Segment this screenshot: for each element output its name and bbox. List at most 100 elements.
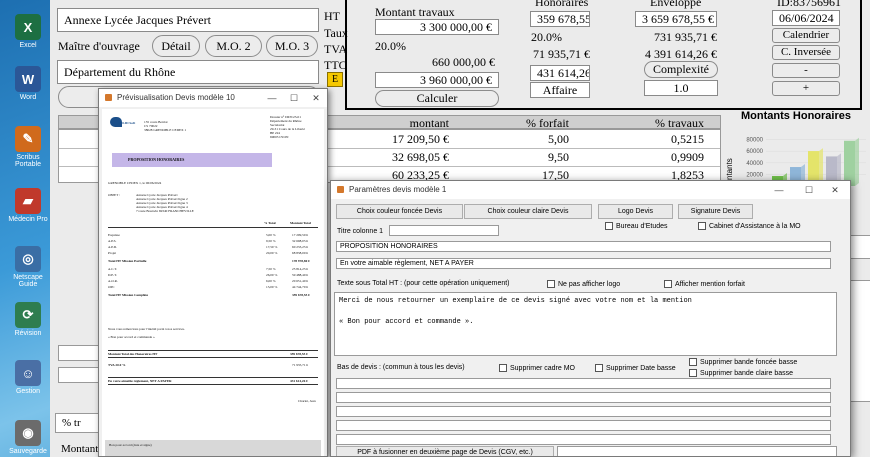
parametres-dialog: Paramètres devis modèle 1 — ☐ ✕ Choix co… [330,180,851,457]
net-a-payer-field[interactable]: En votre aimable règlement, NET A PAYER [336,258,831,269]
light-color-button[interactable]: Choix couleur claire Devis [464,204,592,219]
desktop-shortcut[interactable]: X Excel [6,14,50,49]
desktop-shortcut[interactable]: ◉ Sauvegarde [6,420,50,455]
signature-button[interactable]: Signature Devis [678,204,753,219]
medical-icon: ▰ [15,188,41,214]
desktop-shortcut[interactable]: ✎ Scribus Portable [6,126,50,168]
c-inversee-button[interactable]: C. Inversée [772,45,840,60]
pct-travaux-label: % tr [55,413,100,433]
enveloppe-ht-field[interactable]: 3 659 678,55 € [635,11,717,27]
desktop-shortcut[interactable]: ▰ Médecin Pro [6,188,50,223]
texte-textarea[interactable]: Merci de nous retourner un exemplaire de… [334,292,837,356]
supprimer-date-checkbox[interactable]: Supprimer Date basse [595,364,676,372]
separator [345,0,347,110]
desktop-shortcut-label: Scribus Portable [14,154,42,168]
montant-label: Montant [61,443,99,455]
complexite-field[interactable]: 1.0 [644,80,718,96]
desktop-shortcut-label: Révision [14,330,42,337]
pdf-fusion-button[interactable]: PDF à fusionner en deuxième page de Devi… [336,446,554,456]
minus-button[interactable]: - [772,63,840,78]
row-label: OPC [108,285,115,289]
row-amount: 359 678,55 € [292,293,310,297]
checkbox-box[interactable] [547,280,555,288]
col-taux-header: % Total [264,221,276,225]
minimize-icon[interactable]: — [261,89,283,107]
row-amount: 178 978,80 € [292,259,310,263]
ttc-amount-field[interactable]: 3 960 000,00 € [375,72,499,88]
checkbox-box[interactable] [689,358,697,366]
supprimer-bande-claire-checkbox[interactable]: Supprimer bande claire basse [689,369,793,377]
minimize-icon[interactable]: — [768,181,790,199]
ne-pas-afficher-logo-checkbox[interactable]: Ne pas afficher logo [547,280,620,288]
cell-travaux: 0,9909 [671,150,704,164]
supprimer-cadre-checkbox[interactable]: Supprimer cadre MO [499,364,575,372]
affaire-button[interactable]: Affaire [530,82,590,98]
cabinet-checkbox[interactable]: Cabinet d'Assistance à la MO [698,222,801,230]
bas-devis-field-4[interactable] [336,420,831,431]
chart-plot: ntants 80000 60000 40000 20000 [725,138,866,186]
maximize-icon[interactable]: ☐ [798,181,820,199]
tva-rate-text: 20.0% [375,39,406,53]
close-icon[interactable]: ✕ [824,181,846,199]
departement-field[interactable]: Département du Rhône [57,60,319,84]
row-amount: 32 698,05 € [292,239,309,243]
app-icon [105,94,112,101]
bas-devis-field-3[interactable] [336,406,831,417]
pdf-path-field[interactable] [557,446,837,456]
desktop-shortcut-label: Gestion [15,388,41,395]
desktop-shortcut[interactable]: ⟳ Révision [6,302,50,337]
preview-window: Prévisualisation Devis modèle 10 — ☐ ✕ S… [98,88,328,457]
checkbox-box[interactable] [605,222,613,230]
row-label: Total HT Mission Partielle [108,259,147,263]
bas-devis-field-5[interactable] [336,434,831,445]
titre-colonne-field[interactable] [389,225,499,236]
montant-travaux-field[interactable]: 3 300 000,00 € [375,19,499,35]
honoraires-ht-field[interactable]: 359 678,55 € [530,11,590,27]
maitre-ouvrage-label: Maître d'ouvrage [58,39,140,53]
plus-button[interactable]: + [772,81,840,96]
row-label: Projet [108,251,117,255]
honoraires-ttc-field[interactable]: 431 614,26 € [530,65,590,81]
cell-montant: 17 209,50 € [392,132,449,146]
calendrier-button[interactable]: Calendrier [772,28,840,43]
total-ht-label: Montant Total des Honoraires HT [108,352,158,356]
enveloppe-tva-text: 731 935,71 € [654,30,717,44]
mo3-button[interactable]: M.O. 3 [266,35,318,57]
afficher-forfait-checkbox[interactable]: Afficher mention forfait [664,280,745,288]
checkbox-box[interactable] [698,222,706,230]
montants-honoraires-chart: Montants Honoraires ntants 80000 60000 4000… [722,108,870,188]
preview-page: SOLID Soft 155 cours Berriat CS 70022 38… [102,109,324,456]
desktop-shortcut[interactable]: ☺ Gestion [6,360,50,395]
row-pct: 6,00 % [266,279,276,283]
desktop-shortcut[interactable]: ◎ Netscape Guide [6,246,50,288]
checkbox-box[interactable] [689,369,697,377]
date-field[interactable]: 06/06/2024 [772,10,840,26]
maximize-icon[interactable]: ☐ [283,89,305,107]
objet-label: OBJET : [108,193,120,197]
bas-devis-field-1[interactable] [336,378,831,389]
bureau-checkbox[interactable]: Bureau d'Etudes [605,222,668,230]
desktop-shortcut[interactable]: W Word [6,66,50,101]
client-name-field[interactable]: Annexe Lycée Jacques Prévert [57,8,319,32]
calculer-button[interactable]: Calculer [375,90,499,107]
detail-button[interactable]: Détail [152,35,200,57]
mo2-button[interactable]: M.O. 2 [205,35,262,57]
close-icon[interactable]: ✕ [305,89,327,107]
row-pct: 5,00 % [266,233,276,237]
note-line: « Bon pour accord et commande » [108,335,155,339]
preview-titlebar: Prévisualisation Devis modèle 10 — ☐ ✕ [99,89,327,107]
checkbox-box[interactable] [499,364,507,372]
checkbox-box[interactable] [664,280,672,288]
bas-devis-field-2[interactable] [336,392,831,403]
sender-line: 38028 GRENOBLE CEDEX 1 [144,128,187,132]
logo-button[interactable]: Logo Devis [598,204,673,219]
complexite-button[interactable]: Complexité [644,61,718,78]
e-badge[interactable]: E [327,72,343,87]
disk-icon: ◉ [15,420,41,446]
supprimer-bande-foncee-checkbox[interactable]: Supprimer bande foncée basse [689,358,797,366]
pen-icon: ✎ [15,126,41,152]
dark-color-button[interactable]: Choix couleur foncée Devis [336,204,463,219]
checkbox-box[interactable] [595,364,603,372]
proposition-field[interactable]: PROPOSITION HONORAIRES [336,241,831,252]
honoraires-rate-text: 20.0% [531,30,562,44]
